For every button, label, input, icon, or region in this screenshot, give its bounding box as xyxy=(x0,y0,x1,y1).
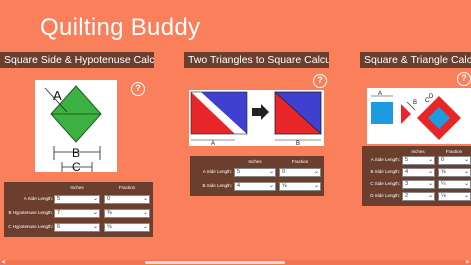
row-label: A Side Length: xyxy=(202,169,232,174)
label-a: A xyxy=(53,88,62,103)
panel-3-illustration: A B C D xyxy=(367,88,471,144)
fraction-select[interactable]: ⅝ ⌄ xyxy=(104,223,150,232)
col-inches: Inches xyxy=(411,149,425,154)
inches-select[interactable]: 2 ⌄ xyxy=(402,192,435,201)
row-label: B Side Length: xyxy=(370,169,400,174)
inches-select[interactable]: 7 ⌄ xyxy=(54,209,100,218)
panel-1-title: Square Side & Hypotenuse Calculator xyxy=(0,52,154,68)
chevron-down-icon: ⌄ xyxy=(463,181,469,187)
label-c: C xyxy=(72,160,81,172)
label-a: A xyxy=(211,141,215,146)
fraction-select[interactable]: ⅜ ⌄ xyxy=(104,209,150,218)
panel-1-illustration: A B C xyxy=(35,80,117,174)
calc-row: C Hypotenuse Length: 6 ⌄ ⅝ ⌄ xyxy=(4,222,153,232)
col-fraction: Fraction xyxy=(118,185,136,190)
fraction-select[interactable]: 0 ⌄ xyxy=(104,195,150,204)
chevron-down-icon: ⌄ xyxy=(427,169,433,175)
chevron-down-icon: ⌄ xyxy=(313,169,319,175)
chevron-down-icon: ⌄ xyxy=(463,169,469,175)
fraction-select[interactable]: 0 ⌄ xyxy=(438,156,471,165)
chevron-down-icon: ⌄ xyxy=(427,181,433,187)
label-d: D xyxy=(429,94,434,100)
chevron-down-icon: ⌄ xyxy=(92,224,98,230)
chevron-down-icon: ⌄ xyxy=(268,169,274,175)
chevron-down-icon: ⌄ xyxy=(313,183,319,189)
chevron-down-icon: ⌄ xyxy=(427,157,433,163)
calc-row: C Side Length: 3 ⌄ ¼ ⌄ xyxy=(362,179,471,189)
panel-2-title: Two Triangles to Square Calculator xyxy=(184,52,329,68)
chevron-down-icon: ⌄ xyxy=(92,210,98,216)
scroll-right-icon[interactable]: ▶ xyxy=(465,260,471,265)
panel-3-title: Square & Triangle Calculat xyxy=(360,52,471,68)
panel-2-calculator: Inches Fraction A Side Length: 5 ⌄ 0 ⌄ B S… xyxy=(190,156,324,196)
chevron-down-icon: ⌄ xyxy=(142,210,148,216)
inches-select[interactable]: 5 ⌄ xyxy=(402,156,435,165)
row-label: D Side Length: xyxy=(370,193,400,198)
chevron-down-icon: ⌄ xyxy=(427,193,433,199)
inches-select[interactable]: 5 ⌄ xyxy=(54,195,100,204)
row-label: C Side Length: xyxy=(370,181,400,186)
calc-row: A Side Length: 5 ⌄ 0 ⌄ xyxy=(362,155,471,165)
chevron-down-icon: ⌄ xyxy=(92,196,98,202)
label-b: B xyxy=(72,146,80,160)
inches-select[interactable]: 4 ⌄ xyxy=(402,168,435,177)
label-b: B xyxy=(296,141,300,146)
two-triangles-diagram: A B xyxy=(190,91,322,147)
fraction-select[interactable]: ⅝ ⌄ xyxy=(279,182,321,191)
calc-row: B Side Length: 4 ⌄ ⅝ ⌄ xyxy=(190,181,324,191)
col-fraction: Fraction xyxy=(291,159,309,164)
help-icon[interactable]: ? xyxy=(313,74,327,88)
chevron-down-icon: ⌄ xyxy=(268,183,274,189)
chevron-down-icon: ⌄ xyxy=(142,224,148,230)
inches-select[interactable]: 5 ⌄ xyxy=(234,168,276,177)
calc-row: B Side Length: 4 ⌄ ⅝ ⌄ xyxy=(362,167,471,177)
row-label: A Side Length: xyxy=(23,196,53,201)
chevron-down-icon: ⌄ xyxy=(142,196,148,202)
fraction-select[interactable]: ⅝ ⌄ xyxy=(438,168,471,177)
calc-row: A Side Length: 5 ⌄ 0 ⌄ xyxy=(190,167,324,177)
label-a: A xyxy=(378,91,382,97)
help-icon[interactable]: ? xyxy=(131,82,145,96)
row-label: C Hypotenuse Length: xyxy=(8,224,53,229)
chevron-down-icon: ⌄ xyxy=(463,157,469,163)
scroll-thumb[interactable] xyxy=(145,261,285,264)
help-icon[interactable]: ? xyxy=(457,72,471,86)
col-fraction: Fraction xyxy=(445,149,463,154)
fraction-select[interactable]: ⅛ ⌄ xyxy=(438,192,471,201)
panel-2-illustration: A B xyxy=(189,90,324,147)
col-inches: Inches xyxy=(248,159,262,164)
diamond-diagram: A B C xyxy=(44,85,102,174)
inches-select[interactable]: 4 ⌄ xyxy=(234,182,276,191)
calc-row: D Side Length: 2 ⌄ ⅛ ⌄ xyxy=(362,191,471,201)
inches-select[interactable]: 3 ⌄ xyxy=(402,180,435,189)
label-b: B xyxy=(413,100,417,106)
horizontal-scrollbar[interactable]: ◀ ▶ xyxy=(0,260,471,265)
col-inches: Inches xyxy=(70,185,84,190)
chevron-down-icon: ⌄ xyxy=(463,193,469,199)
scroll-left-icon[interactable]: ◀ xyxy=(0,260,6,265)
fraction-select[interactable]: 0 ⌄ xyxy=(279,168,321,177)
row-label: A Side Length: xyxy=(370,157,400,162)
square-triangle-diagram: A B C D xyxy=(371,91,461,140)
app-title: Quilting Buddy xyxy=(40,14,201,41)
inches-select[interactable]: 6 ⌄ xyxy=(54,223,100,232)
calc-row: A Side Length: 5 ⌄ 0 ⌄ xyxy=(4,194,153,204)
row-label: B Side Length: xyxy=(202,183,232,188)
panel-1-calculator: Inches Fraction A Side Length: 5 ⌄ 0 ⌄ B H… xyxy=(4,182,153,237)
fraction-select[interactable]: ¼ ⌄ xyxy=(438,180,471,189)
calc-row: B Hypotenuse Length: 7 ⌄ ⅜ ⌄ xyxy=(4,208,153,218)
row-label: B Hypotenuse Length: xyxy=(8,210,53,215)
panel-3-calculator: Inches Fraction A Side Length: 5 ⌄ 0 ⌄ B S… xyxy=(362,146,471,206)
